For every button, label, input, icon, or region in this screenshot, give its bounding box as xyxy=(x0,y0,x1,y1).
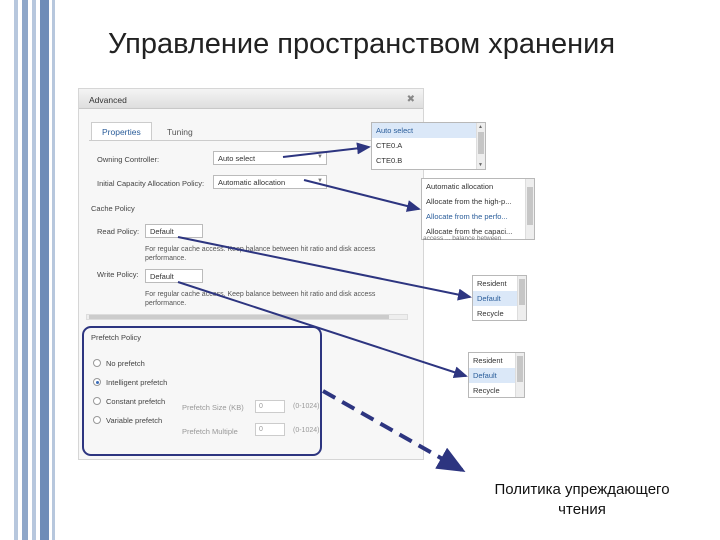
callout-text: Политика упреждающего чтения xyxy=(462,480,702,520)
arrow-to-allocation-list xyxy=(303,179,421,212)
callout-line-1: Политика упреждающего xyxy=(494,481,670,498)
dashed-arrow-to-callout xyxy=(322,389,466,472)
callout-line-2: чтения xyxy=(558,501,606,518)
annotation-arrows xyxy=(177,142,472,472)
arrow-to-read-list xyxy=(177,236,472,301)
arrow-to-write-list xyxy=(177,281,468,378)
arrow-to-controller-list xyxy=(282,142,371,158)
